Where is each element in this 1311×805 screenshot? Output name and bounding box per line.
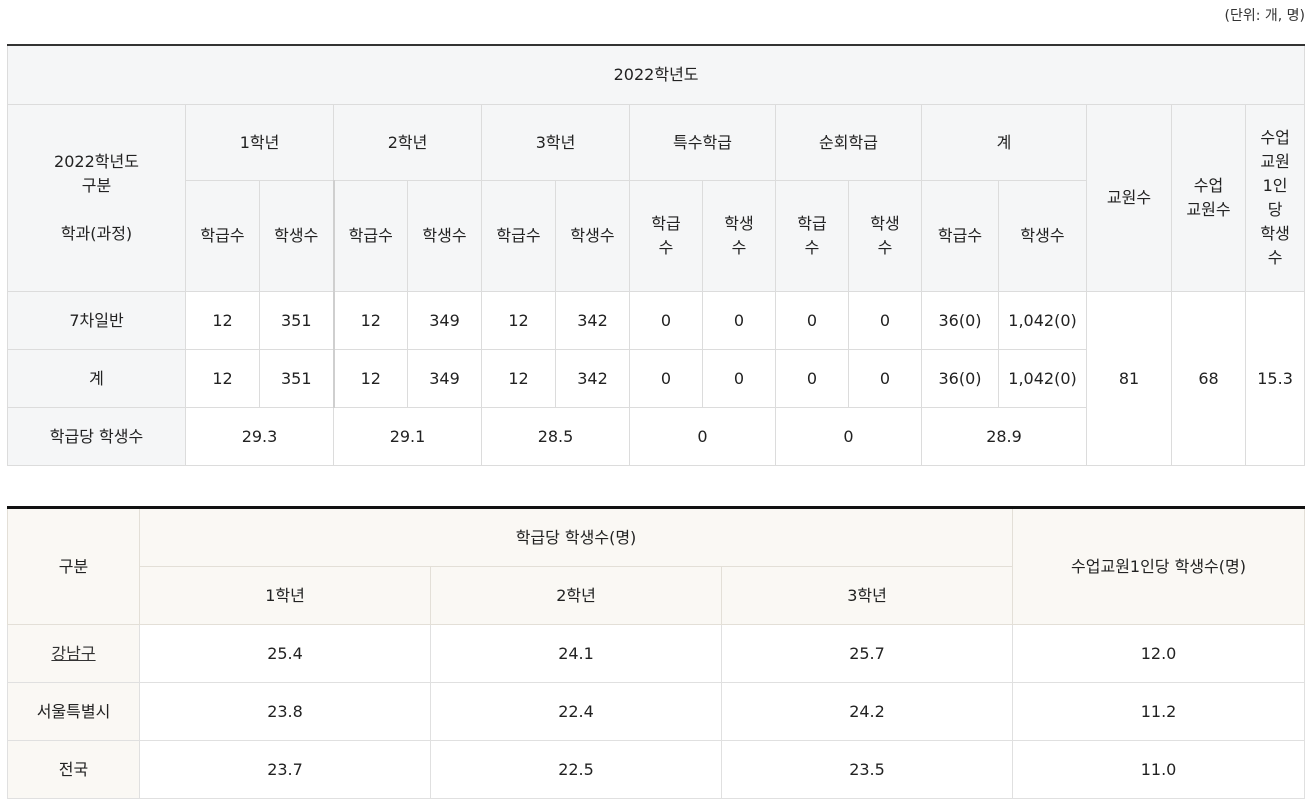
teachers-header: 교원수 [1086,104,1172,292]
sub-header: 학생수 [259,180,335,292]
per-teacher-value: 15.3 [1244,291,1306,466]
table-cell: 351 [259,349,335,408]
table-cell: 22.5 [430,740,722,799]
table-cell: 28.5 [481,407,630,466]
school-statistics-table: 2022학년도 2022학년도 구분 학과(과정) 1학년 2학년 3학년 특수… [6,44,1306,466]
table-cell: 0 [848,349,922,408]
per-teacher-header: 수업교원1인당 학생수(명) [1012,507,1306,625]
region-link-gangnam[interactable]: 강남구 [7,624,140,683]
table-cell: 11.0 [1012,740,1306,799]
corner-category: 구분 [81,176,112,195]
table-cell: 23.5 [720,740,1014,799]
year-header: 2022학년도 [6,44,1306,105]
class-teachers-value: 68 [1171,291,1246,466]
group-header-grade3: 3학년 [481,104,630,181]
table-row: 서울특별시 23.8 22.4 24.2 11.2 [7,682,1306,741]
group-header-special: 특수학급 [629,104,776,181]
table-cell: 24.1 [430,624,722,683]
sub-header: 학급수 [921,180,999,292]
sub-header: 학급 수 [775,180,849,292]
sub-header: 학생수 [407,180,482,292]
class-teachers-header: 수업 교원수 [1171,104,1246,292]
table-cell: 1,042(0) [998,349,1087,408]
sub-header: 학급 수 [629,180,703,292]
table-cell: 342 [555,291,630,350]
group-header-total: 계 [921,104,1087,181]
row-label: 7차일반 [7,291,186,350]
table-cell: 0 [702,349,776,408]
table-cell: 36(0) [921,291,999,350]
table-cell: 12 [481,349,556,408]
per-class-header: 학급당 학생수(명) [138,507,1014,567]
sub-header: 학생 수 [848,180,922,292]
table-cell: 0 [629,349,703,408]
table-cell: 12 [481,291,556,350]
table-cell: 12 [333,349,408,408]
sub-header: 학급수 [333,180,408,292]
table-cell: 12 [185,291,260,350]
row-label: 학급당 학생수 [7,407,186,466]
sub-header: 학생 수 [702,180,776,292]
teachers-value: 81 [1086,291,1172,466]
table-cell: 12 [333,291,408,350]
corner-year: 2022학년도 [54,152,139,171]
table-cell: 0 [629,291,703,350]
table-cell: 12 [185,349,260,408]
grade-header: 2학년 [430,566,722,625]
table-cell: 23.7 [139,740,431,799]
table-cell: 0 [775,349,849,408]
grade-header: 1학년 [139,566,431,625]
table-cell: 0 [848,291,922,350]
category-header: 구분 [7,507,140,625]
table-cell: 351 [259,291,335,350]
table-cell: 12.0 [1012,624,1306,683]
sub-header: 학급수 [185,180,260,292]
per-teacher-header: 수업 교원 1인 당 학생 수 [1244,104,1306,292]
row-label: 서울특별시 [7,682,140,741]
table-cell: 24.2 [720,682,1014,741]
table-cell: 349 [407,349,482,408]
table-cell: 11.2 [1012,682,1306,741]
corner-header: 2022학년도 구분 학과(과정) [7,104,186,292]
table-cell: 29.3 [185,407,334,466]
table-cell: 342 [555,349,630,408]
table-cell: 28.9 [921,407,1087,466]
table-cell: 0 [702,291,776,350]
unit-note: (단위: 개, 명) [1224,8,1305,24]
table-cell: 0 [629,407,776,466]
comparison-table: 구분 학급당 학생수(명) 수업교원1인당 학생수(명) 1학년 2학년 3학년… [7,506,1306,799]
table-row: 7차일반 12 351 12 349 12 342 0 0 0 0 36(0) … [7,291,1306,466]
table-cell: 29.1 [333,407,482,466]
table-row: 전국 23.7 22.5 23.5 11.0 [7,740,1306,799]
table-cell: 23.8 [139,682,431,741]
corner-department: 학과(과정) [60,224,133,243]
region-link-label[interactable]: 강남구 [51,644,95,663]
table-cell: 25.4 [139,624,431,683]
group-header-grade2: 2학년 [333,104,482,181]
table-cell: 22.4 [430,682,722,741]
group-header-itinerant: 순회학급 [775,104,922,181]
sub-header: 학생수 [998,180,1087,292]
grade-header: 3학년 [720,566,1014,625]
row-label: 계 [7,349,186,408]
row-label: 전국 [7,740,140,799]
sub-header: 학급수 [481,180,556,292]
table-cell: 1,042(0) [998,291,1087,350]
table-cell: 25.7 [720,624,1014,683]
table-cell: 36(0) [921,349,999,408]
table-cell: 0 [775,407,922,466]
table-cell: 0 [775,291,849,350]
group-header-grade1: 1학년 [185,104,334,181]
table-cell: 349 [407,291,482,350]
table-row: 강남구 25.4 24.1 25.7 12.0 [7,624,1306,683]
sub-header: 학생수 [555,180,630,292]
